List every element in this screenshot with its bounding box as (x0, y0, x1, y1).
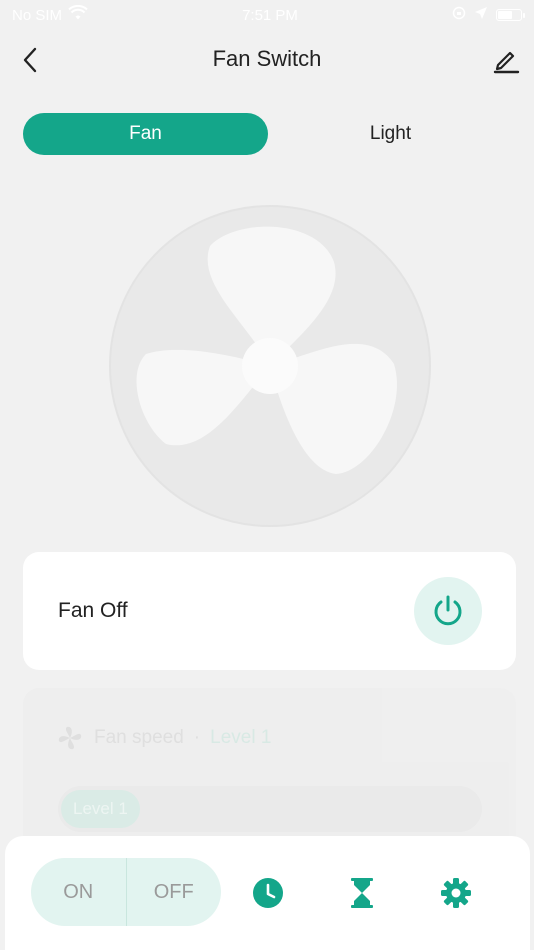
wifi-icon (68, 4, 88, 25)
clock-icon (253, 878, 283, 908)
fan-status-card: Fan Off (23, 552, 516, 670)
fan-status-label: Fan Off (58, 599, 128, 622)
on-off-toggle: ON OFF (31, 858, 221, 926)
page-title: Fan Switch (212, 46, 322, 71)
mode-tabs: Fan Light (23, 113, 513, 155)
rotation-lock-icon (452, 6, 466, 24)
tab-fan[interactable]: Fan (23, 113, 268, 155)
off-button[interactable]: OFF (127, 881, 222, 904)
settings-gear-icon (441, 878, 471, 908)
bottom-control-bar: ON OFF (5, 836, 530, 950)
fan-icon (58, 726, 82, 750)
status-left: No SIM (12, 4, 88, 25)
hourglass-icon (351, 878, 373, 908)
location-icon (474, 6, 488, 24)
status-right (452, 6, 525, 24)
edit-button[interactable] (490, 44, 522, 76)
fan-speed-slider[interactable]: Level 1 (58, 786, 482, 832)
countdown-button[interactable] (345, 876, 379, 910)
fan-speed-title: Fan speed (94, 727, 184, 748)
pencil-icon (493, 51, 520, 74)
battery-icon (495, 9, 525, 21)
status-bar: No SIM 7:51 PM (0, 0, 534, 30)
fan-speed-level-pill[interactable]: Level 1 (61, 790, 140, 828)
schedule-button[interactable] (251, 876, 285, 910)
header: Fan Switch (0, 38, 534, 82)
power-button[interactable] (414, 577, 482, 645)
settings-button[interactable] (439, 876, 473, 910)
fan-illustration (108, 204, 432, 528)
tab-light[interactable]: Light (268, 113, 513, 155)
fan-speed-value: Level 1 (210, 727, 272, 748)
carrier-label: No SIM (12, 6, 63, 24)
fan-speed-row: Fan speed · Level 1 (56, 724, 271, 752)
on-button[interactable]: ON (31, 881, 126, 904)
power-icon (434, 595, 462, 626)
clock-time: 7:51 PM (242, 6, 298, 24)
fan-speed-separator: · (193, 727, 201, 748)
